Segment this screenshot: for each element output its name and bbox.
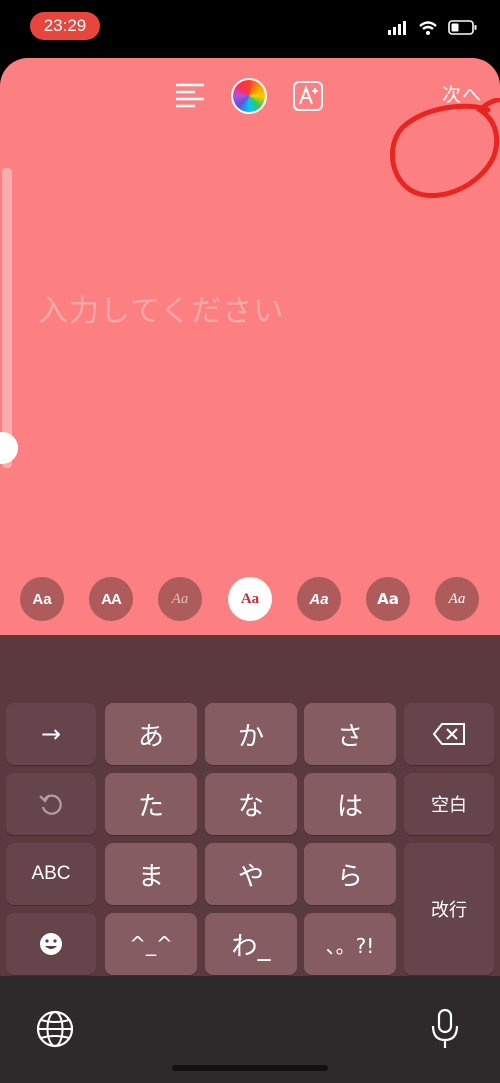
text-size-slider[interactable] xyxy=(2,168,12,468)
key-na[interactable]: な xyxy=(205,773,297,835)
color-picker-button[interactable] xyxy=(229,76,269,116)
font-style-strong[interactable]: AA xyxy=(89,577,133,621)
color-wheel-icon xyxy=(231,78,267,114)
slider-handle[interactable] xyxy=(0,432,18,464)
font-style-bold-italic[interactable]: Aa xyxy=(297,577,341,621)
key-sa[interactable]: さ xyxy=(304,703,396,765)
text-effect-button[interactable] xyxy=(288,76,328,116)
text-sparkle-icon xyxy=(293,81,323,111)
key-ta[interactable]: た xyxy=(105,773,197,835)
key-ha[interactable]: は xyxy=(304,773,396,835)
globe-button[interactable] xyxy=(36,1010,74,1052)
top-toolbar xyxy=(0,76,500,116)
font-style-script[interactable]: Aa xyxy=(158,577,202,621)
backspace-icon xyxy=(432,723,465,745)
home-indicator xyxy=(172,1065,328,1071)
font-style-classic[interactable]: Aa xyxy=(20,577,64,621)
text-input-placeholder[interactable]: 入力してください xyxy=(38,286,284,330)
key-ma[interactable]: ま xyxy=(105,843,197,905)
emoticon-key[interactable]: ^_^ xyxy=(105,913,197,975)
arrow-key[interactable]: → xyxy=(6,703,96,765)
key-wa[interactable]: わ_ xyxy=(205,913,297,975)
emoji-key[interactable] xyxy=(6,913,96,975)
font-style-modern[interactable]: Aa xyxy=(366,577,410,621)
emoji-icon xyxy=(40,933,62,955)
text-align-button[interactable] xyxy=(170,76,210,116)
undo-key[interactable] xyxy=(6,773,96,835)
story-canvas[interactable]: 次へ 入力してください Aa AA Aa Aa Aa Aa Aa xyxy=(0,58,500,648)
key-ra[interactable]: ら xyxy=(304,843,396,905)
signal-icon xyxy=(388,20,406,35)
backspace-key[interactable] xyxy=(404,703,494,765)
battery-icon xyxy=(448,20,477,35)
key-a[interactable]: あ xyxy=(105,703,197,765)
dictation-button[interactable] xyxy=(430,1008,460,1054)
return-key[interactable]: 改行 xyxy=(404,843,494,975)
font-style-selector: Aa AA Aa Aa Aa Aa Aa xyxy=(0,577,500,623)
wifi-icon xyxy=(419,20,437,35)
abc-key[interactable]: ABC xyxy=(6,843,96,905)
font-style-serif[interactable]: Aa xyxy=(435,577,479,621)
punctuation-key[interactable]: 、。?! xyxy=(304,913,396,975)
status-icons xyxy=(388,20,478,35)
next-button[interactable]: 次へ xyxy=(442,80,482,107)
align-icon xyxy=(176,83,204,108)
microphone-icon xyxy=(431,1008,459,1048)
key-ka[interactable]: か xyxy=(205,703,297,765)
status-bar: 23:29 xyxy=(0,0,500,56)
space-key[interactable]: 空白 xyxy=(404,773,494,835)
globe-icon xyxy=(36,1010,74,1048)
key-ya[interactable]: や xyxy=(205,843,297,905)
status-time: 23:29 xyxy=(30,12,100,40)
undo-icon xyxy=(39,794,62,815)
font-style-selected[interactable]: Aa xyxy=(228,577,272,621)
